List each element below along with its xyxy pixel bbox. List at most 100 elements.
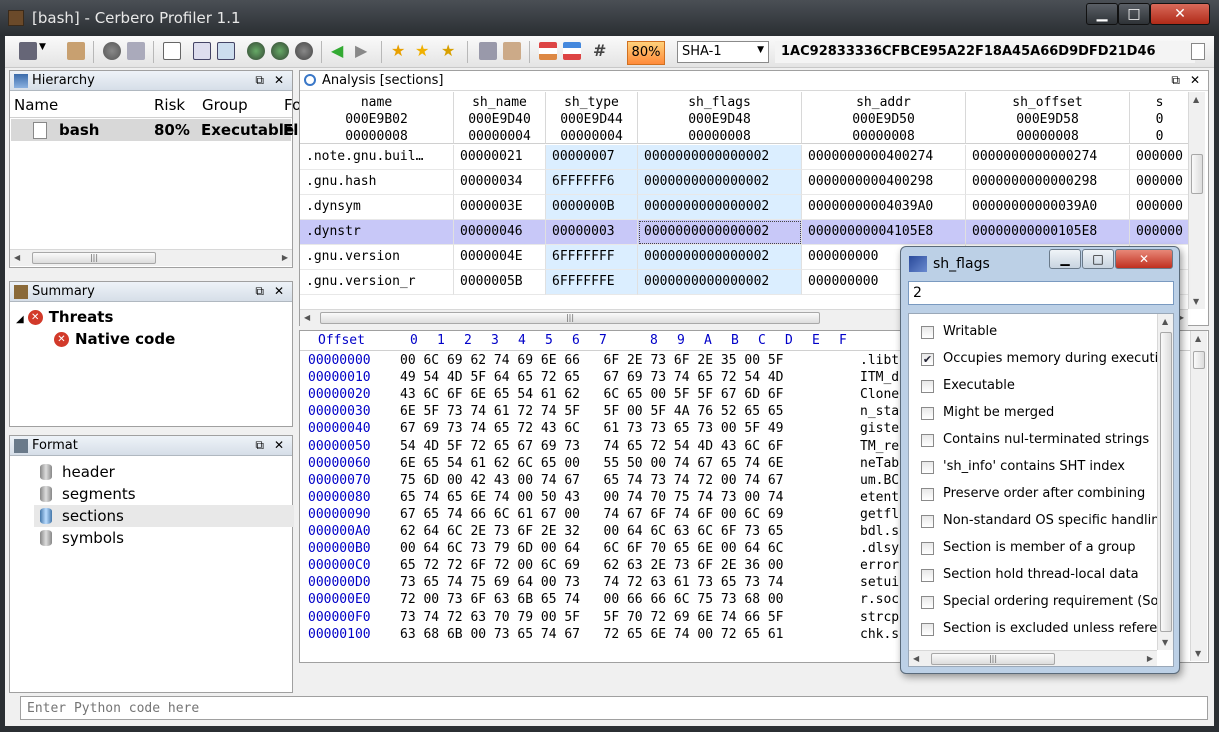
scroll-down-icon[interactable]: ▼ — [1193, 297, 1199, 306]
table-cell[interactable]: .note.gnu.buil… — [300, 145, 454, 170]
copy-icon[interactable] — [1191, 43, 1205, 60]
flag-checkbox-row[interactable]: Special ordering requirement (Solari — [921, 594, 1173, 616]
horizontal-scrollbar[interactable]: ◀ ||| ▶ — [10, 249, 292, 266]
table-cell[interactable]: 00000000000039A0 — [966, 195, 1130, 220]
scroll-down-icon[interactable]: ▼ — [1162, 638, 1168, 647]
forward-arrow-icon[interactable]: ▶ — [355, 42, 373, 60]
scroll-right-icon[interactable]: ▶ — [282, 253, 288, 262]
table-cell[interactable]: 0000000000000298 — [966, 170, 1130, 195]
flag-checkbox-row[interactable]: 'sh_info' contains SHT index — [921, 459, 1161, 481]
checked-checkbox[interactable]: ✔ — [921, 353, 934, 366]
table-cell[interactable]: 00000003 — [546, 220, 638, 245]
table-cell[interactable]: 000000 — [1130, 195, 1188, 220]
table-cell[interactable]: 00000046 — [454, 220, 546, 245]
scrollbar-thumb[interactable] — [1193, 351, 1205, 369]
table-cell[interactable]: .gnu.version_r — [300, 270, 454, 295]
flag-checkbox-row[interactable]: Section is excluded unless referencec — [921, 621, 1173, 643]
flag-checkbox-row[interactable]: Writable — [921, 324, 1161, 346]
column-header[interactable]: name 000E9B02 00000008 — [300, 92, 454, 144]
table-cell[interactable]: 000000 — [1130, 145, 1188, 170]
search-next-icon[interactable] — [271, 42, 289, 60]
table-cell[interactable]: .dynsym — [300, 195, 454, 220]
flag-checkbox-row[interactable]: Might be merged — [921, 405, 1161, 427]
checkbox[interactable] — [921, 515, 934, 528]
python-input[interactable] — [20, 696, 1208, 720]
float-icon[interactable]: ⧉ — [255, 284, 264, 299]
flags-value-input[interactable]: 2 — [908, 281, 1174, 305]
vertical-scrollbar[interactable]: ▲ ▼ — [1190, 331, 1207, 661]
hash-value[interactable]: 1AC92833336CFBCE95A22F18A45A66D9DFD21D46 — [775, 41, 1195, 63]
format-item-sections[interactable]: sections — [34, 505, 294, 527]
hash-icon[interactable]: # — [593, 42, 611, 60]
checkbox[interactable] — [921, 488, 934, 501]
search-clear-icon[interactable] — [295, 42, 313, 60]
table-cell[interactable]: .gnu.version — [300, 245, 454, 270]
minimize-button[interactable]: ▁ — [1049, 249, 1081, 269]
scrollbar-thumb[interactable]: ||| — [32, 252, 156, 264]
table-cell[interactable]: 0000000000000002 — [638, 170, 802, 195]
scroll-up-icon[interactable]: ▲ — [1162, 317, 1168, 326]
table-cell[interactable]: 6FFFFFFF — [546, 245, 638, 270]
bookmark-add-icon[interactable]: ★ — [391, 42, 409, 60]
scroll-up-icon[interactable]: ▲ — [1193, 95, 1199, 104]
chevron-down-icon[interactable]: ▼ — [39, 42, 49, 60]
table-cell[interactable]: 000000 — [1130, 220, 1188, 245]
close-icon[interactable]: ✕ — [274, 73, 284, 87]
checkbox[interactable] — [921, 461, 934, 474]
column-header[interactable]: Name — [14, 96, 58, 114]
open-file-icon[interactable] — [67, 42, 85, 60]
scroll-left-icon[interactable]: ◀ — [14, 253, 20, 262]
save-icon[interactable] — [19, 42, 37, 60]
scrollbar-thumb[interactable] — [1160, 332, 1172, 632]
scroll-down-icon[interactable]: ▼ — [1195, 649, 1201, 658]
table-cell[interactable]: 00000034 — [454, 170, 546, 195]
flag-checkbox-row[interactable]: Non-standard OS specific handling re — [921, 513, 1173, 535]
flag-checkbox-row[interactable]: Contains nul-terminated strings — [921, 432, 1161, 454]
column-header[interactable]: sh_flags 000E9D48 00000008 — [638, 92, 802, 144]
checkbox[interactable] — [921, 623, 934, 636]
column-header[interactable]: s 0 0 — [1130, 92, 1188, 144]
column-header[interactable]: sh_name 000E9D40 00000004 — [454, 92, 546, 144]
table-cell[interactable]: 0000000000000002 — [638, 270, 802, 295]
table-cell[interactable]: 000000 — [1130, 170, 1188, 195]
edit-icon[interactable] — [503, 42, 521, 60]
checkbox[interactable] — [921, 569, 934, 582]
save-as-icon[interactable] — [193, 42, 211, 60]
column-header[interactable]: sh_offset 000E9D58 00000008 — [966, 92, 1130, 144]
format-item-symbols[interactable]: symbols — [34, 527, 294, 549]
back-arrow-icon[interactable]: ◀ — [331, 42, 349, 60]
checkbox[interactable] — [921, 434, 934, 447]
close-icon[interactable]: ✕ — [274, 284, 284, 298]
maximize-button[interactable]: □ — [1118, 3, 1150, 25]
settings-icon[interactable] — [127, 42, 145, 60]
table-cell[interactable]: 6FFFFFFE — [546, 270, 638, 295]
scrollbar-thumb[interactable]: ||| — [931, 653, 1055, 665]
table-cell[interactable]: 00000021 — [454, 145, 546, 170]
checkbox[interactable] — [921, 596, 934, 609]
float-icon[interactable]: ⧉ — [255, 438, 264, 453]
table-cell[interactable]: 0000000000400274 — [802, 145, 966, 170]
table-cell[interactable]: 0000004E — [454, 245, 546, 270]
gear-icon[interactable] — [103, 42, 121, 60]
close-button[interactable]: ✕ — [1150, 3, 1210, 25]
layout-alt-icon[interactable] — [563, 42, 581, 60]
table-cell[interactable]: 0000000000000002 — [638, 195, 802, 220]
table-cell[interactable]: 00000007 — [546, 145, 638, 170]
column-header[interactable]: sh_type 000E9D44 00000004 — [546, 92, 638, 144]
checkbox[interactable] — [921, 542, 934, 555]
table-cell[interactable]: 0000000B — [546, 195, 638, 220]
threat-item[interactable]: ✕ Native code — [54, 330, 175, 348]
window-icon[interactable] — [163, 42, 181, 60]
close-icon[interactable]: ✕ — [274, 438, 284, 452]
layout-icon[interactable] — [539, 42, 557, 60]
horizontal-scrollbar[interactable]: ◀ ||| ▶ — [909, 650, 1157, 666]
table-cell[interactable]: 0000005B — [454, 270, 546, 295]
bookmark-icon[interactable]: ★ — [415, 42, 433, 60]
flag-checkbox-row[interactable]: Executable — [921, 378, 1161, 400]
scrollbar-thumb[interactable]: ||| — [320, 312, 820, 324]
vertical-scrollbar[interactable]: ▲ ▼ — [1188, 92, 1205, 309]
table-cell[interactable]: 0000003E — [454, 195, 546, 220]
table-cell[interactable]: 0000000000000002 — [638, 145, 802, 170]
table-cell[interactable]: 00000000004105E8 — [802, 220, 966, 245]
checkbox[interactable] — [921, 326, 934, 339]
